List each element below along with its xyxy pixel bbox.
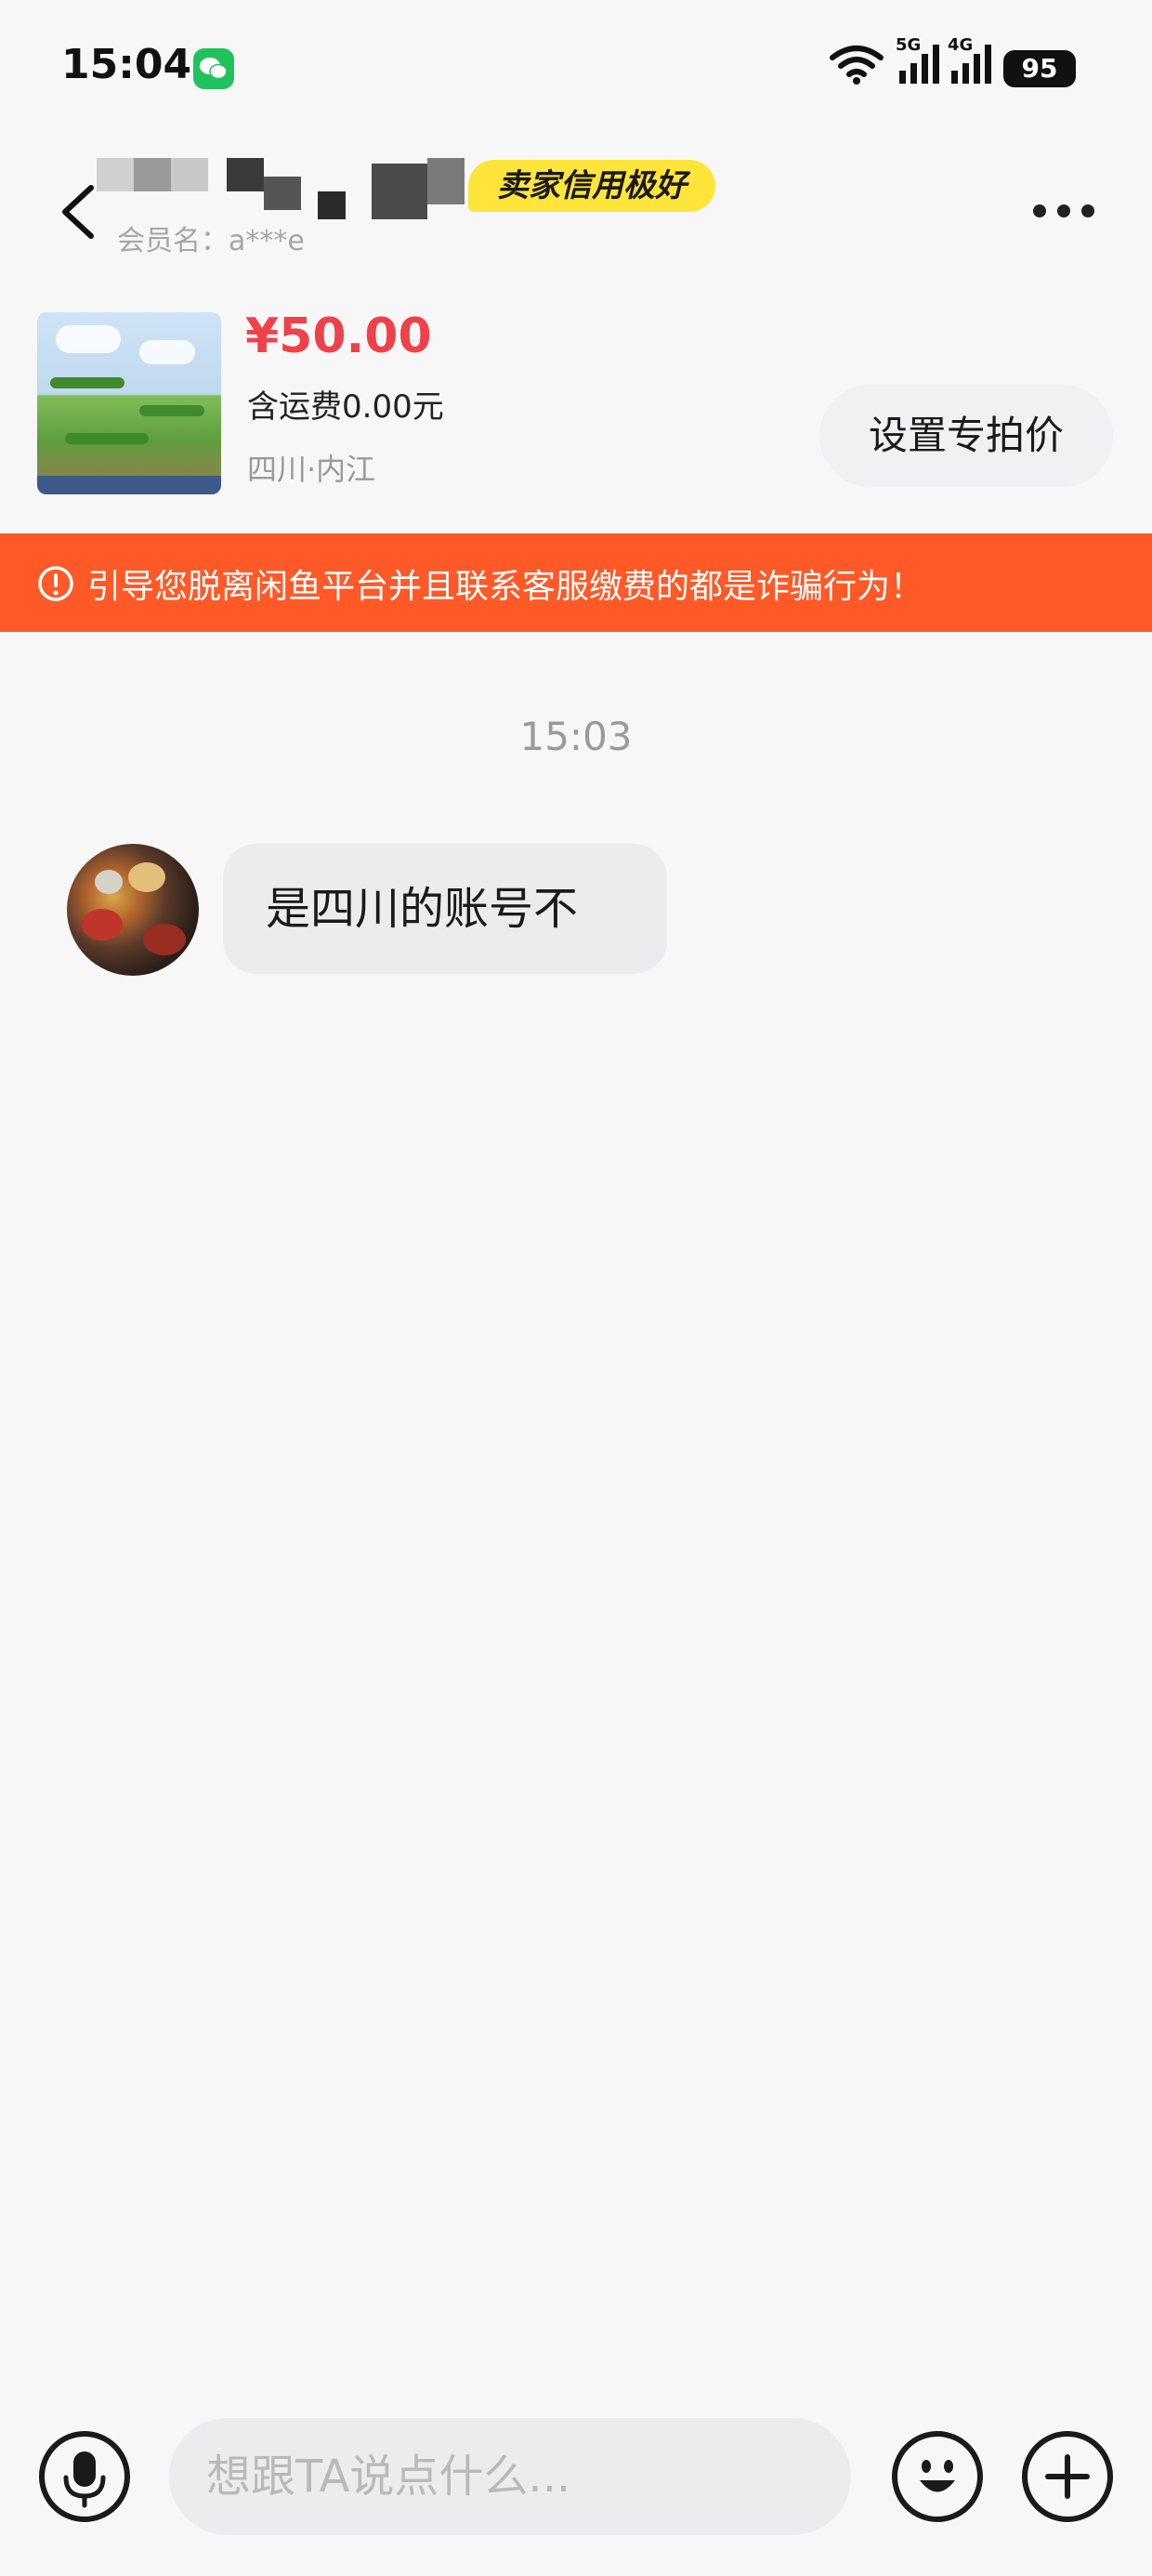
status-icons: 5G 4G 95 [780, 35, 1152, 93]
smiley-icon [920, 2460, 955, 2492]
signal-4g-icon: 4G [948, 35, 994, 89]
status-bar: 15:04 5G 4G 95 [0, 0, 1152, 139]
avatar[interactable] [67, 844, 199, 976]
message-input[interactable] [169, 2418, 851, 2535]
more-dots-icon [1033, 204, 1046, 217]
chat-timestamp: 15:03 [519, 714, 633, 759]
member-name: 会员名：a***e [117, 225, 305, 257]
message-bubble[interactable]: 是四川的账号不 [223, 844, 667, 974]
product-card[interactable]: ¥50.00 含运费0.00元 四川·内江 设置专拍价 [0, 288, 1152, 530]
exclamation-circle-icon [37, 565, 74, 606]
input-bar [0, 2407, 1152, 2546]
chat-header: 卖家信用极好 会员名：a***e [0, 139, 1152, 279]
blurred-username [97, 158, 468, 223]
set-special-price-button[interactable]: 设置专拍价 [819, 385, 1113, 487]
signal-5g-icon: 5G [896, 35, 942, 89]
plus-icon [1045, 2454, 1090, 2499]
signal-4g-label: 4G [948, 35, 974, 55]
product-price: ¥50.00 [245, 309, 432, 364]
shipping-text: 含运费0.00元 [247, 388, 444, 426]
location-text: 四川·内江 [247, 452, 376, 487]
wechat-icon [193, 48, 234, 89]
battery-indicator: 95 [1003, 50, 1076, 87]
signal-5g-label: 5G [896, 35, 922, 55]
warning-text: 引导您脱离闲鱼平台并且联系客服缴费的都是诈骗行为！ [87, 568, 924, 606]
emoji-button[interactable] [892, 2431, 983, 2522]
voice-button[interactable] [39, 2431, 130, 2522]
more-button[interactable] [1026, 191, 1100, 229]
plus-button[interactable] [1022, 2431, 1113, 2522]
status-time: 15:04 [61, 41, 192, 88]
microphone-icon [63, 2451, 106, 2508]
product-thumbnail[interactable] [37, 312, 221, 494]
wifi-icon [829, 45, 884, 89]
fraud-warning-banner: 引导您脱离闲鱼平台并且联系客服缴费的都是诈骗行为！ [0, 533, 1152, 632]
credit-badge: 卖家信用极好 [468, 160, 715, 212]
